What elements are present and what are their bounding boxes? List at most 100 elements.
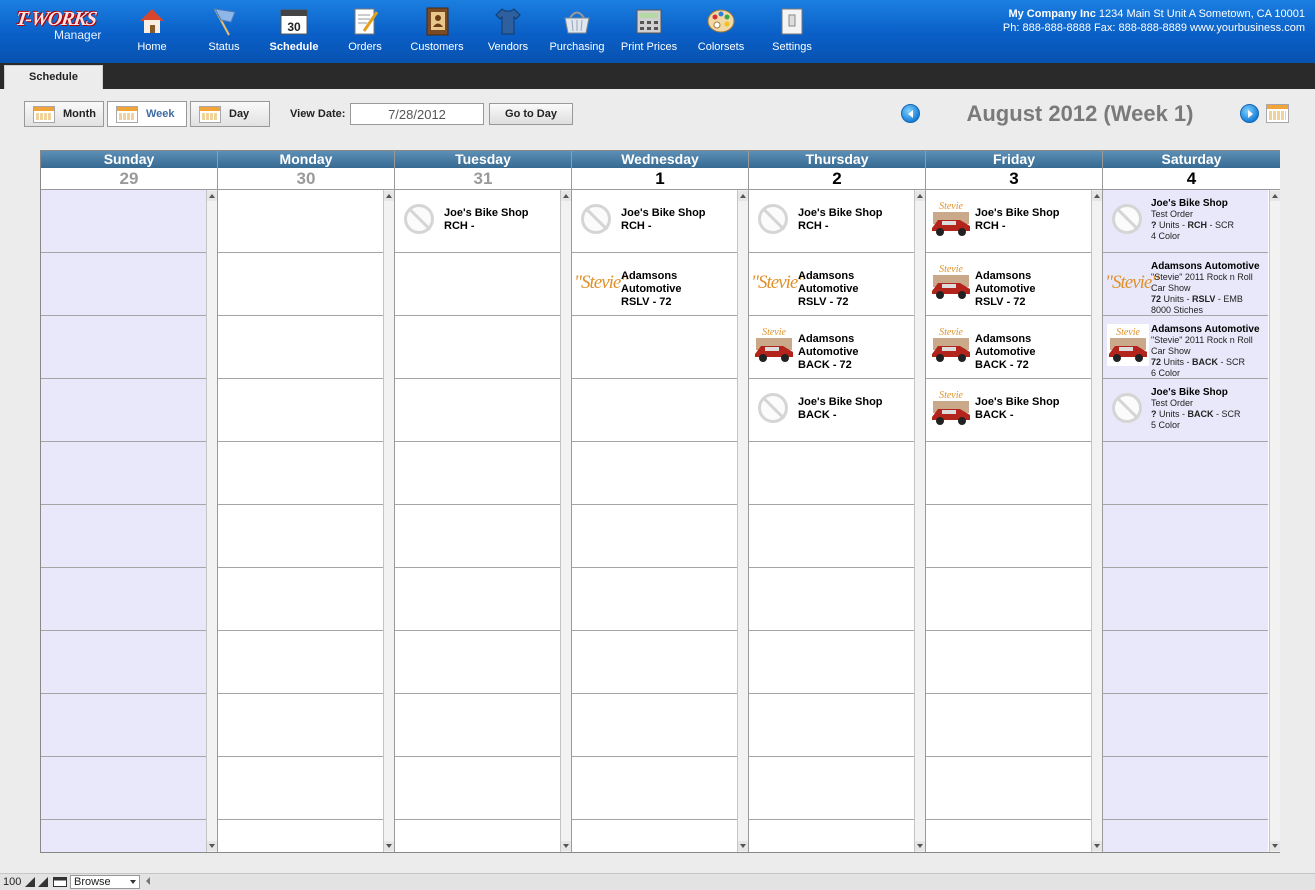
time-slot[interactable] <box>572 316 737 379</box>
day-scrollbar[interactable] <box>1269 190 1280 852</box>
schedule-event[interactable]: Stevie Adamsons Automotive "Stevie" 2011 R… <box>1103 316 1268 379</box>
scroll-down-arrow[interactable] <box>561 841 571 851</box>
day-scrollbar[interactable] <box>737 190 748 852</box>
nav-colorsets[interactable]: Colorsets <box>686 4 756 58</box>
time-slot[interactable] <box>41 820 206 852</box>
nav-home[interactable]: Home <box>117 4 187 58</box>
nav-status[interactable]: Status <box>189 4 259 58</box>
time-slot[interactable] <box>218 568 383 631</box>
day-number[interactable]: 1 <box>572 168 748 190</box>
time-slot[interactable] <box>218 694 383 757</box>
time-slot[interactable] <box>572 442 737 505</box>
time-slot[interactable] <box>41 379 206 442</box>
time-slot[interactable] <box>1103 442 1268 505</box>
time-slot[interactable] <box>395 757 560 820</box>
scroll-up-arrow[interactable] <box>1092 191 1102 201</box>
day-number[interactable]: 31 <box>395 168 571 190</box>
zoom-level[interactable]: 100 <box>3 876 21 888</box>
time-slot[interactable] <box>926 694 1091 757</box>
scroll-up-arrow[interactable] <box>384 191 394 201</box>
schedule-event[interactable]: Stevie Adamsons Automotive BACK - 72 <box>749 316 914 379</box>
time-slot[interactable] <box>749 820 914 852</box>
day-number[interactable]: 30 <box>218 168 394 190</box>
time-slot[interactable] <box>218 253 383 316</box>
time-slot[interactable] <box>926 757 1091 820</box>
nav-customers[interactable]: Customers <box>402 4 472 58</box>
time-slot[interactable] <box>41 631 206 694</box>
time-slot[interactable] <box>218 190 383 253</box>
nav-schedule[interactable]: 30 Schedule <box>259 4 329 58</box>
day-number[interactable]: 4 <box>1103 168 1280 190</box>
time-slot[interactable] <box>41 505 206 568</box>
schedule-event[interactable]: Joe's Bike Shop RCH - <box>395 190 560 253</box>
time-slot[interactable] <box>926 505 1091 568</box>
day-number[interactable]: 3 <box>926 168 1102 190</box>
schedule-event[interactable]: "Stevie" Adamsons Automotive RSLV - 72 <box>572 253 737 316</box>
time-slot[interactable] <box>395 820 560 852</box>
day-number[interactable]: 29 <box>41 168 217 190</box>
time-slot[interactable] <box>749 631 914 694</box>
schedule-event[interactable]: Joe's Bike Shop Test Order? Units - RCH -… <box>1103 190 1268 253</box>
day-scrollbar[interactable] <box>383 190 394 852</box>
time-slot[interactable] <box>1103 505 1268 568</box>
time-slot[interactable] <box>926 442 1091 505</box>
nav-print-prices[interactable]: Print Prices <box>614 4 684 58</box>
time-slot[interactable] <box>395 253 560 316</box>
time-slot[interactable] <box>749 442 914 505</box>
nav-orders[interactable]: Orders <box>330 4 400 58</box>
go-to-day-button[interactable]: Go to Day <box>489 103 573 125</box>
scroll-down-arrow[interactable] <box>915 841 925 851</box>
day-number[interactable]: 2 <box>749 168 925 190</box>
time-slot[interactable] <box>41 316 206 379</box>
time-slot[interactable] <box>1103 757 1268 820</box>
time-slot[interactable] <box>41 253 206 316</box>
time-slot[interactable] <box>572 568 737 631</box>
time-slot[interactable] <box>218 316 383 379</box>
scroll-down-arrow[interactable] <box>1092 841 1102 851</box>
scroll-up-arrow[interactable] <box>207 191 217 201</box>
scroll-up-arrow[interactable] <box>915 191 925 201</box>
nav-vendors[interactable]: Vendors <box>473 4 543 58</box>
time-slot[interactable] <box>41 442 206 505</box>
nav-settings[interactable]: Settings <box>757 4 827 58</box>
scroll-up-arrow[interactable] <box>561 191 571 201</box>
schedule-event[interactable]: Joe's Bike Shop BACK - <box>749 379 914 442</box>
time-slot[interactable] <box>749 505 914 568</box>
schedule-event[interactable]: Joe's Bike Shop RCH - <box>572 190 737 253</box>
time-slot[interactable] <box>41 694 206 757</box>
time-slot[interactable] <box>395 568 560 631</box>
time-slot[interactable] <box>749 694 914 757</box>
schedule-event[interactable]: "Stevie" Adamsons Automotive "Stevie" 2011… <box>1103 253 1268 316</box>
schedule-event[interactable]: Stevie Joe's Bike Shop RCH - <box>926 190 1091 253</box>
week-view-button[interactable]: Week <box>107 101 187 127</box>
time-slot[interactable] <box>218 379 383 442</box>
time-slot[interactable] <box>395 694 560 757</box>
zoom-in-icon[interactable] <box>38 877 48 887</box>
time-slot[interactable] <box>1103 820 1268 852</box>
day-scrollbar[interactable] <box>560 190 571 852</box>
scroll-down-arrow[interactable] <box>738 841 748 851</box>
time-slot[interactable] <box>395 442 560 505</box>
time-slot[interactable] <box>395 316 560 379</box>
time-slot[interactable] <box>218 505 383 568</box>
day-view-button[interactable]: Day <box>190 101 270 127</box>
time-slot[interactable] <box>41 568 206 631</box>
scroll-down-arrow[interactable] <box>1270 841 1280 851</box>
schedule-event[interactable]: Stevie Joe's Bike Shop BACK - <box>926 379 1091 442</box>
nav-purchasing[interactable]: Purchasing <box>542 4 612 58</box>
time-slot[interactable] <box>572 505 737 568</box>
schedule-event[interactable]: Joe's Bike Shop Test Order? Units - BACK … <box>1103 379 1268 442</box>
schedule-event[interactable]: Stevie Adamsons Automotive RSLV - 72 <box>926 253 1091 316</box>
time-slot[interactable] <box>395 631 560 694</box>
time-slot[interactable] <box>218 757 383 820</box>
schedule-event[interactable]: Joe's Bike Shop RCH - <box>749 190 914 253</box>
time-slot[interactable] <box>572 379 737 442</box>
schedule-event[interactable]: "Stevie" Adamsons Automotive RSLV - 72 <box>749 253 914 316</box>
scroll-left-arrow[interactable] <box>146 877 150 885</box>
time-slot[interactable] <box>749 568 914 631</box>
mode-select[interactable]: Browse <box>70 875 140 889</box>
day-scrollbar[interactable] <box>206 190 217 852</box>
time-slot[interactable] <box>749 757 914 820</box>
time-slot[interactable] <box>572 820 737 852</box>
time-slot[interactable] <box>572 631 737 694</box>
